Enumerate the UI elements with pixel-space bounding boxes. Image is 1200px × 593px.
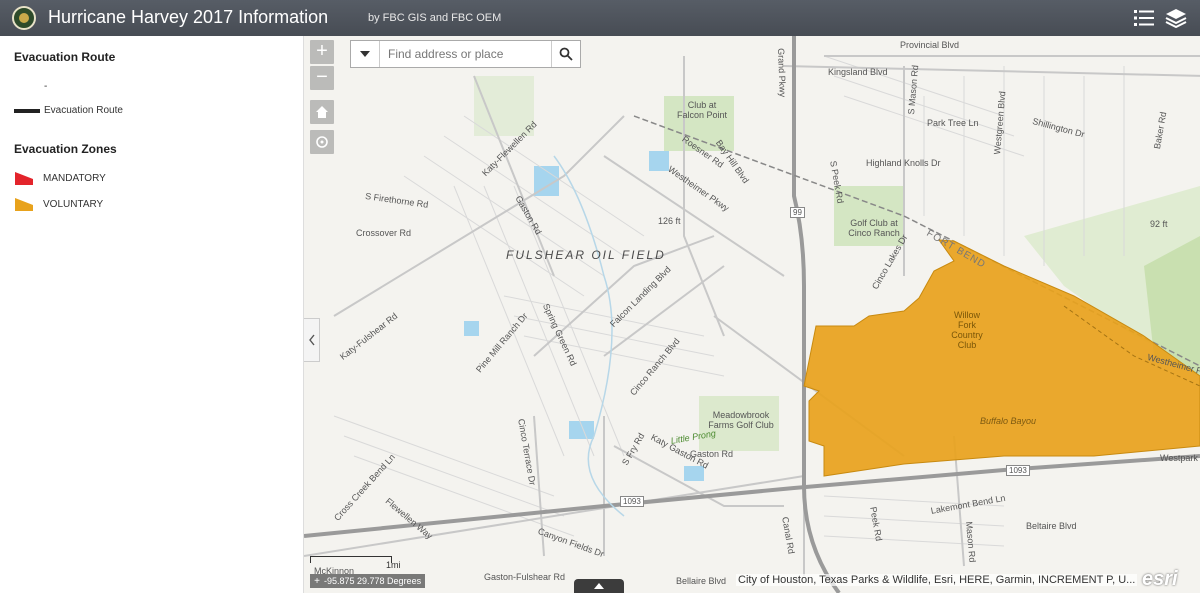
map-label-park-tree: Park Tree Ln — [927, 118, 979, 128]
map-label-highland-knolls: Highland Knolls Dr — [866, 158, 941, 168]
map-label-hwy-1093-b: 1093 — [1006, 465, 1030, 476]
water-4 — [464, 321, 479, 336]
map-view[interactable]: Provincial Blvd Kingsland Blvd Park Tree… — [304, 36, 1200, 593]
map-label-elev-126: 126 ft — [658, 216, 681, 226]
search-widget — [350, 40, 581, 68]
water-3 — [569, 421, 594, 439]
map-label-club-falcon: Club at Falcon Point — [676, 100, 728, 120]
layers-icon — [1165, 9, 1187, 28]
voluntary-swatch — [15, 198, 33, 211]
zoom-in-button[interactable]: + — [310, 40, 334, 64]
legend-item-label: VOLUNTARY — [43, 198, 104, 210]
caret-up-icon — [594, 583, 604, 589]
legend-collapse-button[interactable] — [304, 318, 320, 362]
legend-item-evacuation-route: Evacuation Route — [14, 105, 123, 116]
legend-heading-route: Evacuation Route — [14, 50, 116, 64]
route-line-swatch — [14, 108, 40, 113]
app-subtitle: by FBC GIS and FBC OEM — [368, 12, 502, 24]
map-attribution: City of Houston, Texas Parks & Wildlife,… — [736, 574, 1138, 586]
map-label-hwy-1093-a: 1093 — [620, 496, 644, 507]
attribute-table-toggle[interactable] — [574, 579, 624, 593]
legend-heading-zones: Evacuation Zones — [14, 142, 117, 156]
map-label-elev-92: 92 ft — [1150, 219, 1168, 229]
esri-logo: esri — [1142, 568, 1178, 590]
map-label-gaston2: Gaston Rd — [690, 449, 734, 459]
zoom-out-button[interactable]: − — [310, 66, 334, 90]
map-label-provincial: Provincial Blvd — [900, 40, 960, 50]
search-button[interactable] — [551, 41, 580, 67]
legend-item-label: Evacuation Route — [44, 105, 123, 116]
legend-item-label: MANDATORY — [43, 172, 106, 184]
search-source-dropdown[interactable] — [351, 41, 380, 67]
map-label-gaston-fulshear: Gaston-Fulshear Rd — [484, 572, 566, 582]
county-seal-logo — [12, 6, 36, 30]
map-label-willow-fork: Willow Fork Country Club — [951, 310, 983, 350]
app-title: Hurricane Harvey 2017 Information — [48, 7, 329, 27]
legend-list-button[interactable] — [1133, 7, 1155, 29]
map-label-grand-pkwy: Grand Pkwy — [776, 48, 788, 98]
legend-route-dash: - — [44, 81, 48, 92]
mandatory-swatch — [15, 172, 33, 185]
chevron-left-icon — [308, 334, 315, 346]
scale-label: 1mi — [386, 560, 401, 570]
map-label-golf-cinco: Golf Club at Cinco Ranch — [848, 218, 900, 238]
map-label-meadowbrook: Meadowbrook Farms Golf Club — [708, 410, 774, 430]
coordinate-text: -95.875 29.778 Degrees — [324, 576, 422, 586]
map-label-buffalo-bayou: Buffalo Bayou — [980, 416, 1037, 426]
list-icon — [1134, 10, 1154, 26]
app-header: Hurricane Harvey 2017 Information by FBC… — [0, 0, 1200, 36]
map-label-fulshear-oil-field: FULSHEAR OIL FIELD — [506, 248, 666, 262]
locate-button[interactable] — [310, 130, 334, 154]
layers-button[interactable] — [1165, 7, 1187, 29]
search-icon — [559, 47, 573, 61]
coordinate-readout[interactable]: + -95.875 29.778 Degrees — [310, 574, 426, 588]
search-input[interactable] — [380, 41, 551, 67]
legend-item-voluntary: VOLUNTARY — [14, 196, 103, 212]
map-label-hwy-99: 99 — [790, 207, 805, 218]
grand-parkway-road — [792, 36, 841, 593]
legend-panel: Evacuation Route - Evacuation Route Evac… — [0, 36, 304, 593]
water-2 — [649, 151, 669, 171]
map-label-westpark: Westpark — [1160, 453, 1198, 463]
map-label-kingsland: Kingsland Blvd — [828, 67, 888, 77]
home-icon — [316, 106, 328, 118]
home-button[interactable] — [310, 100, 334, 124]
scale-bar — [310, 556, 392, 563]
map-label-bellaire: Bellaire Blvd — [676, 576, 727, 586]
map-label-bellaire2: Beltaire Blvd — [1026, 521, 1077, 531]
locate-icon — [316, 136, 328, 148]
caret-down-icon — [360, 51, 370, 57]
crosshair-icon: + — [314, 575, 320, 587]
map-label-crossover: Crossover Rd — [356, 228, 412, 238]
legend-item-mandatory: MANDATORY — [14, 170, 106, 186]
basemap — [304, 36, 1200, 593]
